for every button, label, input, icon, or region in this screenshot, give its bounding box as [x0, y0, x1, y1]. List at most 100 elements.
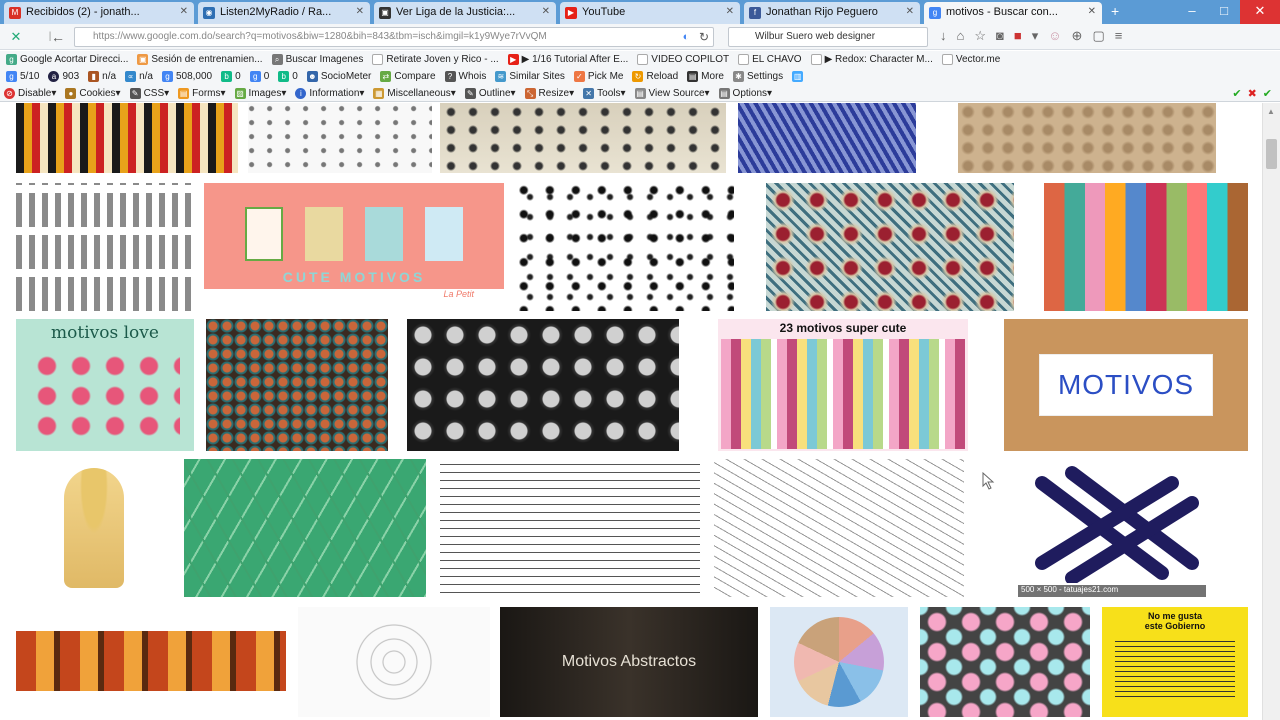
image-result[interactable]: No me gusta este Gobierno	[1102, 607, 1248, 717]
sync-icon[interactable]: ⊕	[1072, 28, 1083, 44]
image-result[interactable]	[184, 459, 426, 597]
seo-compare[interactable]: ⇄ Compare	[380, 71, 436, 82]
back-button[interactable]: ←	[48, 28, 68, 46]
image-result[interactable]	[766, 183, 1014, 311]
image-result[interactable]	[958, 103, 1216, 173]
dev-outline[interactable]: ✎ Outline ▾	[464, 87, 516, 99]
bookmark-star-icon[interactable]: ☆	[974, 28, 986, 44]
bookmark-item[interactable]: ▣ Sesión de entrenamien...	[137, 54, 263, 65]
reader-icon[interactable]: ◐	[676, 28, 696, 46]
menu-icon[interactable]: ≡	[1115, 28, 1123, 44]
image-result[interactable]	[1044, 183, 1248, 311]
links-count[interactable]: ∝ n/a	[125, 71, 153, 82]
dev-tools[interactable]: ✕ Tools ▾	[583, 87, 626, 99]
close-icon[interactable]: ✕	[356, 6, 364, 17]
close-icon[interactable]: ✕	[180, 6, 188, 17]
vertical-scrollbar[interactable]: ▲	[1262, 103, 1280, 720]
tab-youtube[interactable]: ▶ YouTube ✕	[560, 2, 740, 24]
dev-disable[interactable]: ⊘ Disable ▾	[4, 87, 56, 99]
bookmark-item[interactable]: ⌕ Buscar Imagenes	[271, 54, 363, 65]
tab-google-motivos[interactable]: g motivos - Buscar con... ✕	[924, 2, 1102, 24]
url-bar[interactable]: https://www.google.com.do/search?q=motiv…	[74, 27, 714, 47]
bing-count-1[interactable]: b0	[221, 71, 241, 82]
bing-count-3[interactable]: b0	[278, 71, 298, 82]
home-icon[interactable]: ⌂	[957, 28, 965, 44]
image-result[interactable]	[16, 103, 238, 173]
seo-similar-sites[interactable]: ≋ Similar Sites	[495, 71, 565, 82]
close-icon[interactable]: ✕	[726, 6, 734, 17]
alexa-rank[interactable]: a 903	[48, 71, 79, 82]
image-result[interactable]	[206, 319, 388, 451]
new-tab-button[interactable]: +	[1111, 3, 1119, 19]
bookmark-item[interactable]: ▶ Redox: Character M...	[810, 54, 933, 65]
maximize-icon[interactable]: □	[1208, 0, 1240, 24]
reload-icon[interactable]: ↻	[694, 28, 714, 46]
seo-settings[interactable]: ✱ Settings	[732, 71, 783, 82]
seo-pick-me[interactable]: ✓ Pick Me	[573, 71, 623, 82]
image-result[interactable]: Motivos Abstractos	[500, 607, 758, 717]
tab-liga-justicia[interactable]: ▣ Ver Liga de la Justicia:... ✕	[374, 2, 556, 24]
image-result[interactable]: 500 × 500 - tatuajes21.com	[1018, 459, 1206, 597]
close-icon[interactable]: ✕	[1088, 6, 1096, 17]
image-result[interactable]	[714, 459, 964, 597]
tab-listen2myradio[interactable]: ◉ Listen2MyRadio / Ra... ✕	[198, 2, 370, 24]
image-result[interactable]: MOTIVOS	[1004, 319, 1248, 451]
bookmark-item[interactable]: Retirate Joven y Rico - ...	[372, 54, 499, 65]
dev-cookies[interactable]: ● Cookies ▾	[65, 87, 121, 99]
bookmark-item[interactable]: g Google Acortar Direcci...	[6, 54, 128, 65]
bing-count-2[interactable]: g0	[249, 71, 269, 82]
download-icon[interactable]: ↓	[940, 28, 947, 44]
image-result[interactable]	[440, 103, 726, 173]
close-icon[interactable]: ✕	[906, 6, 914, 17]
dev-view-source[interactable]: ▤ View Source ▾	[634, 87, 710, 99]
seo-more[interactable]: ▤ More	[687, 71, 724, 82]
dev-css[interactable]: ✎ CSS ▾	[129, 87, 169, 99]
bookmark-item[interactable]: EL CHAVO	[738, 54, 802, 65]
image-result[interactable]	[770, 607, 908, 717]
dev-forms[interactable]: ▤ Forms ▾	[178, 87, 226, 99]
tab-gmail[interactable]: M Recibidos (2) - jonath... ✕	[4, 2, 194, 24]
dev-options[interactable]: ▤ Options ▾	[718, 87, 772, 99]
image-result[interactable]: motivos love	[16, 319, 194, 451]
camera-icon[interactable]: ◙	[996, 28, 1004, 44]
image-result[interactable]	[407, 319, 679, 451]
bookmark-item[interactable]: VIDEO COPILOT	[637, 54, 729, 65]
seo-reload[interactable]: ↻ Reload	[632, 71, 678, 82]
addon-face-icon[interactable]: ☺	[1048, 28, 1061, 44]
image-result[interactable]	[16, 631, 286, 691]
bookmark-item[interactable]: ▶ ▶ 1/16 Tutorial After E...	[507, 54, 628, 65]
image-result[interactable]	[738, 103, 916, 173]
scrollbar-thumb[interactable]	[1266, 139, 1277, 169]
tab-facebook[interactable]: f Jonathan Rijo Peguero ✕	[744, 2, 920, 24]
minimize-icon[interactable]: –	[1176, 0, 1208, 24]
close-window-icon[interactable]: ✕	[1240, 0, 1280, 24]
image-result[interactable]	[516, 183, 734, 311]
addon-icon[interactable]: ✕	[6, 28, 26, 46]
seo-whois[interactable]: ? Whois	[444, 71, 486, 82]
close-icon[interactable]: ✕	[542, 6, 550, 17]
image-result[interactable]	[920, 607, 1090, 717]
pagerank[interactable]: g 5/10	[6, 71, 39, 82]
pocket-icon[interactable]: ▢	[1092, 28, 1104, 44]
image-result[interactable]	[440, 459, 700, 597]
scroll-up-icon[interactable]: ▲	[1267, 107, 1275, 116]
tag	[245, 207, 283, 261]
dev-images[interactable]: ▨ Images ▾	[234, 87, 286, 99]
image-result[interactable]	[248, 103, 432, 173]
image-result[interactable]	[16, 183, 192, 311]
addon-red-icon[interactable]: ■	[1014, 28, 1022, 44]
index-count[interactable]: ▮ n/a	[88, 71, 116, 82]
dropdown-icon[interactable]: ▾	[1032, 28, 1039, 44]
image-result[interactable]: 23 motivos super cute	[718, 319, 968, 451]
search-bar[interactable]: Wilbur Suero web designer	[728, 27, 928, 47]
dev-resize[interactable]: ⤡ Resize ▾	[524, 87, 574, 99]
image-result[interactable]	[16, 459, 172, 597]
dev-information[interactable]: i Information ▾	[295, 87, 364, 99]
seo-extra[interactable]: ▥	[792, 71, 806, 82]
google-rank[interactable]: g 508,000	[161, 71, 212, 82]
image-result[interactable]	[298, 607, 490, 717]
dev-miscellaneous[interactable]: ▦ Miscellaneous ▾	[373, 87, 456, 99]
image-result[interactable]: CUTE MOTIVOS La Petit	[204, 183, 504, 311]
seo-sociometer[interactable]: ☻ SocioMeter	[306, 71, 371, 82]
bookmark-item[interactable]: Vector.me	[941, 54, 1000, 65]
